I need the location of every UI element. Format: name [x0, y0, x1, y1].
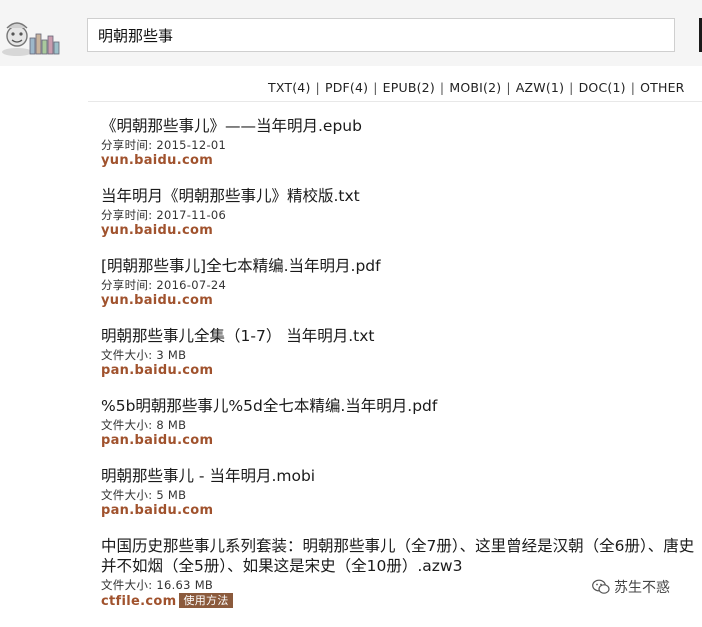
result-source-link[interactable]: yun.baidu.com [101, 293, 701, 309]
result-title-link[interactable]: [明朝那些事儿]全七本精编.当年明月.pdf [101, 256, 701, 276]
result-title-link[interactable]: 明朝那些事儿全集（1-7） 当年明月.txt [101, 326, 701, 346]
result-source-link[interactable]: yun.baidu.com [101, 153, 701, 169]
watermark: 苏生不惑 [592, 577, 670, 596]
result-item: %5b明朝那些事儿%5d全七本精编.当年明月.pdf 文件大小: 8 MB pa… [101, 396, 701, 449]
filter-separator: | [569, 80, 574, 95]
result-item: 明朝那些事儿全集（1-7） 当年明月.txt 文件大小: 3 MB pan.ba… [101, 326, 701, 379]
result-item: 《明朝那些事儿》——当年明月.epub 分享时间: 2015-12-01 yun… [101, 116, 701, 169]
result-source-link[interactable]: yun.baidu.com [101, 223, 701, 239]
result-title-link[interactable]: 中国历史那些事儿系列套装：明朝那些事儿（全7册）、这里曾经是汉朝（全6册）、唐史… [101, 536, 701, 576]
result-title-link[interactable]: 明朝那些事儿 - 当年明月.mobi [101, 466, 701, 486]
wechat-icon [592, 579, 610, 594]
filter-separator: | [630, 80, 636, 95]
result-item: [明朝那些事儿]全七本精编.当年明月.pdf 分享时间: 2016-07-24 … [101, 256, 701, 309]
file-type-filter-bar: TXT(4) | PDF(4) | EPUB(2) | MOBI(2) | AZW(1) | DOC… [268, 80, 685, 95]
filter-separator: | [373, 80, 378, 95]
result-title-link[interactable]: %5b明朝那些事儿%5d全七本精编.当年明月.pdf [101, 396, 701, 416]
result-source-text[interactable]: ctfile.com [101, 594, 176, 609]
header-bar [0, 0, 702, 66]
result-share-date: 分享时间: 2016-07-24 [101, 278, 227, 292]
search-input[interactable] [87, 18, 675, 52]
result-file-size: 文件大小: 8 MB [101, 418, 187, 432]
site-logo[interactable] [0, 14, 64, 60]
result-share-date: 分享时间: 2015-12-01 [101, 138, 227, 152]
filter-txt[interactable]: TXT(4) [268, 80, 311, 95]
result-item: 明朝那些事儿 - 当年明月.mobi 文件大小: 5 MB pan.baidu.… [101, 466, 701, 519]
watermark-text: 苏生不惑 [614, 580, 670, 596]
filter-other[interactable]: OTHER [640, 80, 684, 95]
result-item: 当年明月《明朝那些事儿》精校版.txt 分享时间: 2017-11-06 yun… [101, 186, 701, 239]
filter-separator: | [506, 80, 511, 95]
result-file-size: 文件大小: 5 MB [101, 488, 187, 502]
filter-azw[interactable]: AZW(1) [516, 80, 564, 95]
result-source-link: ctfile.com 使用方法 [101, 593, 701, 610]
divider [88, 101, 702, 102]
result-source-link[interactable]: pan.baidu.com [101, 503, 701, 519]
filter-epub[interactable]: EPUB(2) [383, 80, 435, 95]
result-share-date: 分享时间: 2017-11-06 [101, 208, 227, 222]
filter-mobi[interactable]: MOBI(2) [449, 80, 501, 95]
filter-separator: | [315, 80, 320, 95]
search-results-list: 《明朝那些事儿》——当年明月.epub 分享时间: 2015-12-01 yun… [101, 116, 701, 627]
filter-pdf[interactable]: PDF(4) [325, 80, 368, 95]
result-file-size: 文件大小: 3 MB [101, 348, 187, 362]
filter-separator: | [439, 80, 445, 95]
result-title-link[interactable]: 当年明月《明朝那些事儿》精校版.txt [101, 186, 701, 206]
result-title-link[interactable]: 《明朝那些事儿》——当年明月.epub [101, 116, 701, 136]
result-item: 中国历史那些事儿系列套装：明朝那些事儿（全7册）、这里曾经是汉朝（全6册）、唐史… [101, 536, 701, 610]
filter-doc[interactable]: DOC(1) [579, 80, 626, 95]
usage-guide-button[interactable]: 使用方法 [179, 593, 233, 608]
result-source-link[interactable]: pan.baidu.com [101, 433, 701, 449]
result-source-link[interactable]: pan.baidu.com [101, 363, 701, 379]
